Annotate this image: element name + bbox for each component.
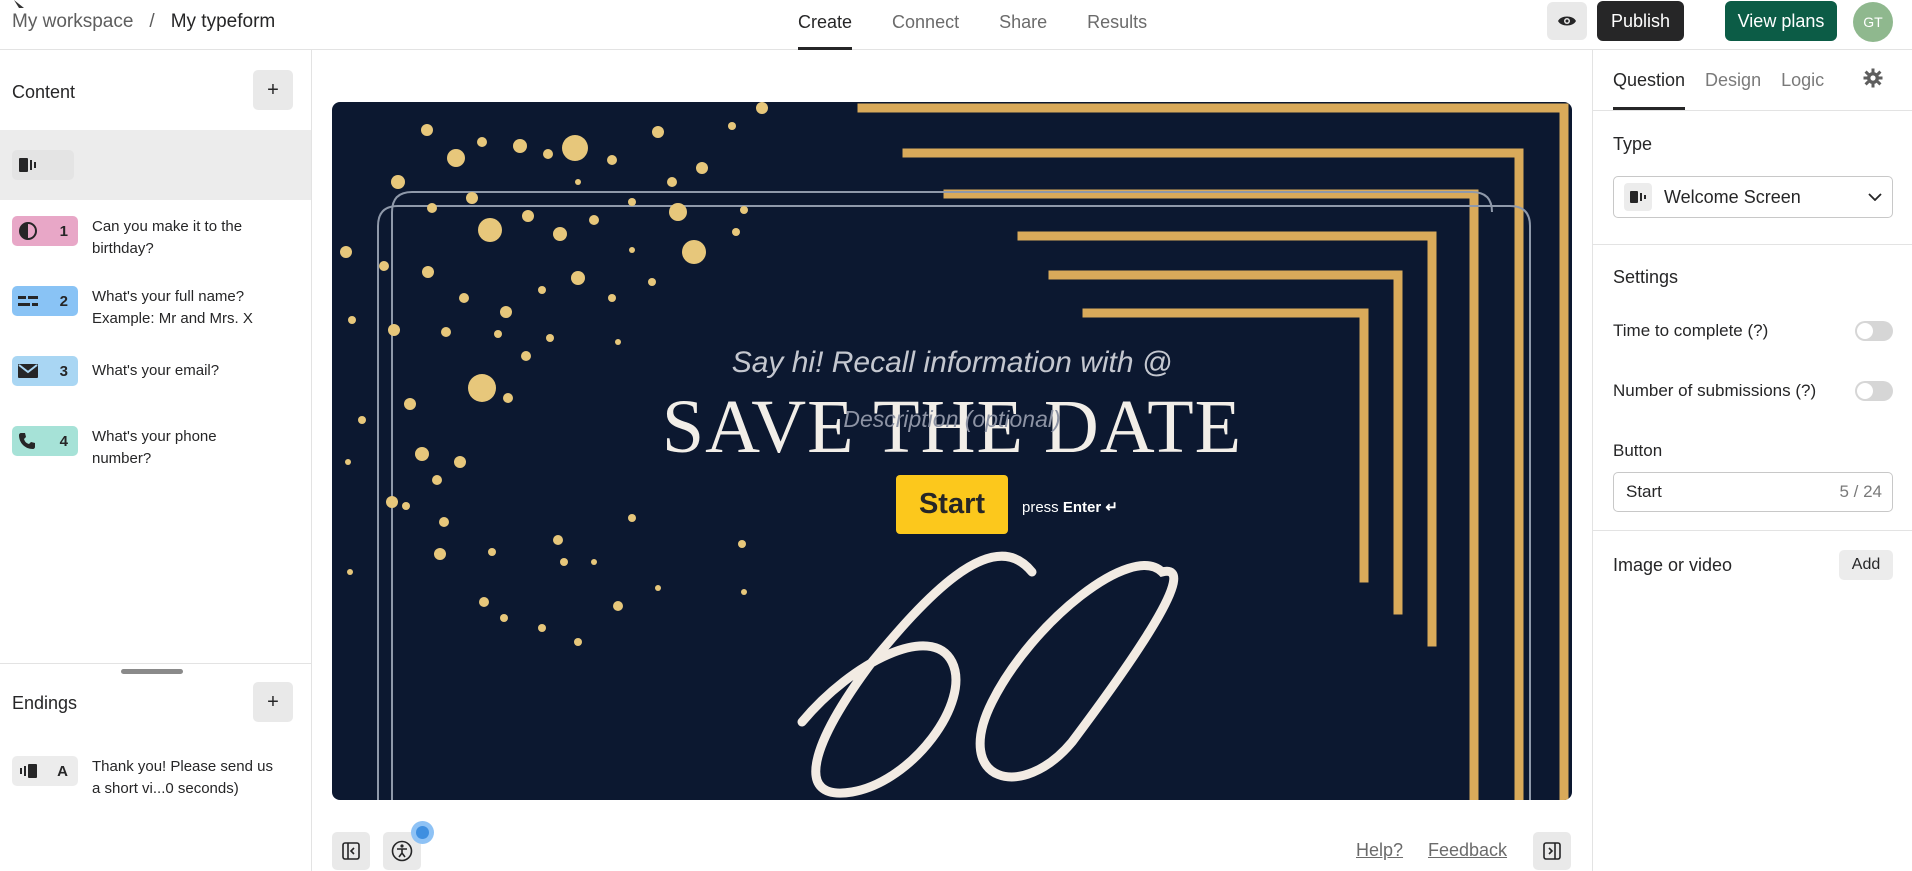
- list-item[interactable]: 3 What's your email?: [12, 356, 302, 386]
- description-placeholder[interactable]: Description (optional): [332, 406, 1572, 433]
- avatar[interactable]: GT: [1853, 2, 1893, 42]
- question-type-value: Welcome Screen: [1664, 186, 1801, 207]
- question-text: Can you make it to the birthday?: [92, 218, 243, 257]
- add-media-button[interactable]: Add: [1839, 550, 1893, 580]
- list-item[interactable]: 4 What's your phone number?: [12, 426, 302, 470]
- welcome-screen-icon: [19, 158, 36, 172]
- content-heading: Content: [12, 82, 76, 102]
- tab-design[interactable]: Design: [1705, 50, 1761, 110]
- top-bar: My workspace / My typeform Create Connec…: [0, 0, 1912, 50]
- number-of-submissions-toggle[interactable]: [1855, 381, 1893, 401]
- mouse-cursor-icon: [14, 0, 24, 8]
- type-label: Type: [1613, 134, 1653, 154]
- content-sidebar: Content + 1 Can you make it to the birth…: [0, 50, 312, 871]
- welcome-screen-badge: [12, 150, 74, 180]
- big-number-60: [797, 552, 1179, 798]
- question-badge: 2: [12, 286, 78, 316]
- question-badge: 4: [12, 426, 78, 456]
- time-to-complete-label: Time to complete (?): [1613, 321, 1769, 340]
- add-content-button[interactable]: +: [253, 70, 293, 110]
- chevron-down-icon: [1868, 193, 1882, 201]
- button-text-input[interactable]: Start 5 / 24: [1613, 472, 1893, 512]
- resize-handle[interactable]: [121, 669, 183, 674]
- divider: [0, 663, 311, 664]
- sidebar-collapse-icon: [342, 842, 360, 860]
- publish-button[interactable]: Publish: [1597, 1, 1684, 41]
- question-text: What's your full name? Example: Mr and M…: [92, 288, 253, 327]
- yes-no-icon: [19, 222, 37, 240]
- welcome-subtitle[interactable]: Say hi! Recall information with @: [332, 346, 1572, 380]
- breadcrumb-form[interactable]: My typeform: [171, 11, 276, 33]
- feedback-link[interactable]: Feedback: [1428, 840, 1507, 861]
- preview-button[interactable]: [1547, 2, 1587, 40]
- divider: [1593, 244, 1912, 245]
- panel-tabs: Question Design Logic: [1613, 50, 1844, 110]
- list-item-ending[interactable]: A Thank you! Please send us a short vi..…: [12, 756, 302, 800]
- start-button[interactable]: Start: [896, 475, 1008, 534]
- button-text-value: Start: [1626, 482, 1662, 501]
- tab-connect[interactable]: Connect: [892, 0, 959, 50]
- breadcrumb-separator: /: [149, 11, 155, 32]
- tab-question[interactable]: Question: [1613, 50, 1686, 110]
- view-plans-button[interactable]: View plans: [1725, 1, 1837, 41]
- character-counter: 5 / 24: [1839, 482, 1882, 501]
- short-text-icon: [18, 296, 38, 306]
- press-hint-key: Enter ↵: [1062, 499, 1118, 516]
- ending-badge: A: [12, 756, 78, 786]
- question-type-select[interactable]: Welcome Screen: [1613, 176, 1893, 218]
- press-hint-prefix: press: [1022, 499, 1059, 516]
- question-number: 4: [59, 432, 68, 450]
- ending-letter: A: [57, 762, 68, 780]
- welcome-screen-icon: [1624, 183, 1652, 211]
- list-item[interactable]: 2 What's your full name? Example: Mr and…: [12, 286, 302, 330]
- ending-screen-icon: [20, 764, 37, 778]
- question-badge: 3: [12, 356, 78, 386]
- preview-canvas[interactable]: Say hi! Recall information with @ SAVE T…: [332, 102, 1572, 800]
- number-of-submissions-label: Number of submissions (?): [1613, 381, 1817, 400]
- settings-label: Settings: [1613, 267, 1679, 287]
- email-icon: [18, 364, 38, 378]
- image-or-video-label: Image or video: [1613, 555, 1733, 575]
- gear-icon[interactable]: [1863, 68, 1883, 88]
- help-link[interactable]: Help?: [1356, 840, 1403, 861]
- phone-icon: [19, 433, 35, 449]
- tab-results[interactable]: Results: [1087, 0, 1147, 50]
- tab-share[interactable]: Share: [999, 0, 1047, 50]
- eye-icon: [1558, 16, 1576, 26]
- divider: [1593, 530, 1912, 531]
- tab-create[interactable]: Create: [798, 0, 853, 50]
- breadcrumb-workspace[interactable]: My workspace: [12, 11, 133, 33]
- question-text: What's your email?: [92, 362, 220, 379]
- press-enter-hint: press Enter ↵: [1022, 498, 1118, 516]
- question-text: What's your phone number?: [92, 428, 217, 467]
- question-number: 2: [59, 292, 68, 310]
- list-item-welcome[interactable]: [12, 150, 302, 180]
- tab-logic[interactable]: Logic: [1781, 50, 1824, 110]
- button-label: Button: [1613, 441, 1663, 460]
- settings-panel: Question Design Logic Type Welcome Scree…: [1592, 50, 1912, 871]
- list-item[interactable]: 1 Can you make it to the birthday?: [12, 216, 302, 260]
- divider: [1593, 110, 1912, 111]
- question-number: 1: [59, 222, 68, 240]
- ending-text: Thank you! Please send us a short vi...0…: [92, 758, 273, 797]
- accessibility-icon: [391, 840, 413, 862]
- breadcrumb: My workspace / My typeform: [12, 11, 275, 33]
- main-nav: Create Connect Share Results: [798, 0, 1187, 50]
- collapse-right-panel-button[interactable]: [1533, 832, 1571, 870]
- question-number: 3: [59, 362, 68, 380]
- add-ending-button[interactable]: +: [253, 682, 293, 722]
- endings-heading: Endings: [12, 693, 78, 713]
- collapse-left-panel-button[interactable]: [332, 832, 370, 870]
- sidebar-collapse-icon: [1543, 842, 1561, 860]
- notification-dot[interactable]: [411, 821, 434, 844]
- question-badge: 1: [12, 216, 78, 246]
- time-to-complete-toggle[interactable]: [1855, 321, 1893, 341]
